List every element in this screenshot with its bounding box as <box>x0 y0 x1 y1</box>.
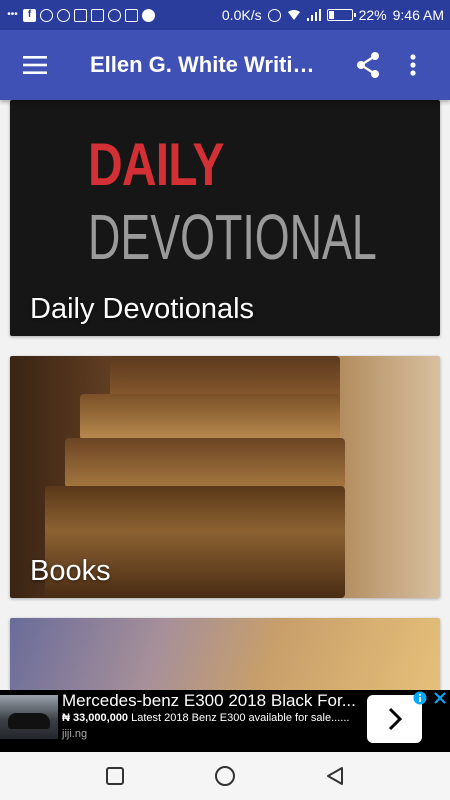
share-button[interactable] <box>343 30 393 100</box>
alarm-icon <box>267 8 281 22</box>
info-icon <box>413 691 427 705</box>
ad-close-button[interactable] <box>432 690 448 706</box>
ad-title: Mercedes-benz E300 2018 Black For... <box>62 691 356 710</box>
clock: 9:46 AM <box>392 7 444 23</box>
share-icon <box>357 52 379 78</box>
battery-icon <box>326 9 356 21</box>
card-label: Books <box>30 555 111 587</box>
notification-icons: ••• f <box>6 8 155 22</box>
more-dots-icon: ••• <box>7 9 18 20</box>
messenger-icon <box>40 8 53 22</box>
ad-info-button[interactable] <box>412 690 428 706</box>
menu-button[interactable] <box>0 30 70 100</box>
card-image-text-daily: DAILY <box>88 131 224 198</box>
hamburger-menu-icon <box>23 56 47 74</box>
instagram-icon <box>125 8 138 22</box>
ad-thumbnail <box>0 695 58 739</box>
home-button[interactable] <box>205 756 245 796</box>
battery-percent: 22% <box>358 7 387 23</box>
back-button[interactable] <box>315 756 355 796</box>
card-books[interactable]: Books <box>10 356 440 598</box>
system-navigation-bar <box>0 752 450 800</box>
card-daily-devotionals[interactable]: DAILY DEVOTIONAL Daily Devotionals <box>10 100 440 336</box>
signal-icon <box>306 9 321 21</box>
app-bar: Ellen G. White Writings <box>0 30 450 100</box>
ad-description: Latest 2018 Benz E300 available for sale… <box>131 712 350 724</box>
ad-description-line: ₦ 33,000,000 Latest 2018 Benz E300 avail… <box>62 712 362 724</box>
more-vertical-icon <box>410 54 416 76</box>
card-image-text-devotional: DEVOTIONAL <box>88 201 377 273</box>
home-icon <box>215 766 235 786</box>
system-status: 0.0K/s 22% 9:46 AM <box>222 7 444 23</box>
status-bar: ••• f 0.0K/s 22% 9:46 AM <box>0 0 450 30</box>
messenger-icon <box>57 8 70 22</box>
card-label: Daily Devotionals <box>30 293 255 325</box>
soccer-icon <box>142 8 155 22</box>
gallery-icon <box>74 8 87 22</box>
recents-icon <box>106 767 124 785</box>
ad-domain: jiji.ng <box>62 728 88 740</box>
card-third[interactable] <box>10 618 440 690</box>
facebook-icon: f <box>23 8 36 22</box>
whatsapp-icon <box>108 8 121 22</box>
network-speed: 0.0K/s <box>221 7 262 23</box>
more-options-button[interactable] <box>393 30 433 100</box>
wifi-icon <box>287 10 300 20</box>
chevron-right-icon <box>388 707 402 731</box>
recents-button[interactable] <box>95 756 135 796</box>
chat-icon <box>91 8 104 22</box>
ad-banner[interactable]: Mercedes-benz E300 2018 Black For... ₦ 3… <box>0 690 450 752</box>
category-list: DAILY DEVOTIONAL Daily Devotionals Books <box>0 100 450 690</box>
page-title: Ellen G. White Writings <box>90 52 325 77</box>
back-icon <box>327 767 343 785</box>
close-icon <box>434 692 446 704</box>
ad-price: ₦ 33,000,000 <box>62 712 129 724</box>
